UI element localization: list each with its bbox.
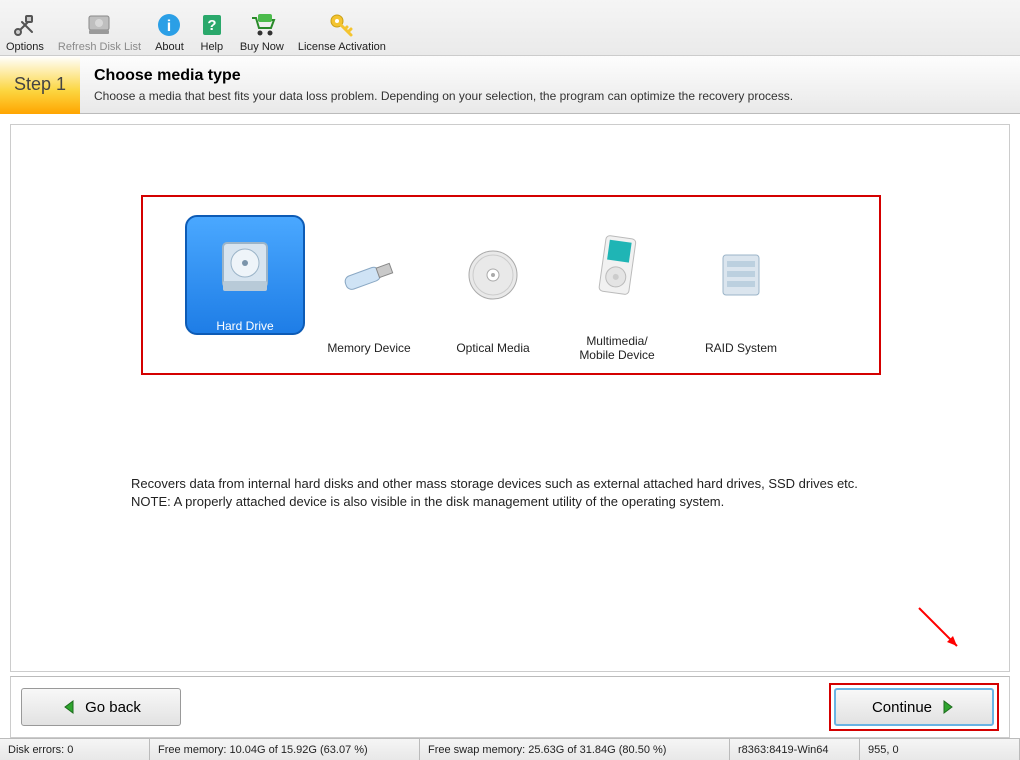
- refresh-icon: [85, 11, 113, 39]
- toolbar-label: Help: [201, 41, 224, 53]
- options-icon: [11, 11, 39, 39]
- disc-icon: [433, 215, 553, 335]
- content-panel: Hard Drive Memory Device Optical Media M…: [10, 124, 1010, 672]
- status-coords: 955, 0: [860, 739, 1020, 760]
- toolbar-buy[interactable]: Buy Now: [240, 2, 284, 53]
- media-multimedia[interactable]: Multimedia/ Mobile Device: [555, 208, 679, 362]
- arrow-left-icon: [61, 699, 77, 715]
- step-subtitle: Choose a media that best fits your data …: [94, 89, 793, 103]
- arrow-right-icon: [940, 699, 956, 715]
- step-title: Choose media type: [94, 67, 793, 85]
- status-free-swap: Free swap memory: 25.63G of 31.84G (80.5…: [420, 739, 730, 760]
- toolbar-label: Buy Now: [240, 41, 284, 53]
- step-text: Choose media type Choose a media that be…: [94, 67, 793, 103]
- info-icon: i: [155, 11, 183, 39]
- media-hard-drive[interactable]: Hard Drive: [183, 215, 307, 355]
- continue-button[interactable]: Continue: [834, 688, 994, 726]
- status-free-memory: Free memory: 10.04G of 15.92G (63.07 %): [150, 739, 420, 760]
- toolbar-refresh[interactable]: Refresh Disk List: [58, 2, 141, 53]
- continue-highlight: Continue: [829, 683, 999, 731]
- status-disk-errors: Disk errors: 0: [0, 739, 150, 760]
- button-label: Continue: [872, 699, 932, 716]
- hard-drive-icon: [185, 215, 305, 335]
- toolbar-label: Refresh Disk List: [58, 41, 141, 53]
- help-icon: ?: [198, 11, 226, 39]
- raid-icon: [681, 215, 801, 335]
- media-type-box: Hard Drive Memory Device Optical Media M…: [141, 195, 881, 375]
- media-label: RAID System: [705, 341, 777, 355]
- button-label: Go back: [85, 699, 141, 716]
- cart-icon: [248, 11, 276, 39]
- media-memory-device[interactable]: Memory Device: [307, 215, 431, 355]
- media-description: Recovers data from internal hard disks a…: [131, 475, 919, 511]
- media-optical[interactable]: Optical Media: [431, 215, 555, 355]
- toolbar-label: About: [155, 41, 184, 53]
- annotation-arrow: [909, 598, 969, 661]
- svg-text:?: ?: [207, 17, 216, 34]
- status-build: r8363:8419-Win64: [730, 739, 860, 760]
- media-label: Multimedia/ Mobile Device: [579, 334, 654, 362]
- toolbar-options[interactable]: Options: [6, 2, 44, 53]
- key-icon: [328, 11, 356, 39]
- toolbar-about[interactable]: i About: [155, 2, 184, 53]
- step-header: Step 1 Choose media type Choose a media …: [0, 56, 1020, 114]
- usb-icon: [309, 215, 429, 335]
- go-back-button[interactable]: Go back: [21, 688, 181, 726]
- step-badge: Step 1: [0, 56, 80, 114]
- media-raid[interactable]: RAID System: [679, 215, 803, 355]
- svg-text:i: i: [167, 18, 171, 35]
- ipod-icon: [557, 208, 677, 328]
- media-label: Hard Drive: [216, 319, 273, 333]
- button-bar: Go back Continue: [10, 676, 1010, 738]
- media-label: Memory Device: [327, 341, 410, 355]
- toolbar: Options Refresh Disk List i About ? Help…: [0, 0, 1020, 56]
- toolbar-help[interactable]: ? Help: [198, 2, 226, 53]
- toolbar-license[interactable]: License Activation: [298, 2, 386, 53]
- toolbar-label: Options: [6, 41, 44, 53]
- toolbar-label: License Activation: [298, 41, 386, 53]
- status-bar: Disk errors: 0 Free memory: 10.04G of 15…: [0, 738, 1020, 760]
- media-label: Optical Media: [456, 341, 529, 355]
